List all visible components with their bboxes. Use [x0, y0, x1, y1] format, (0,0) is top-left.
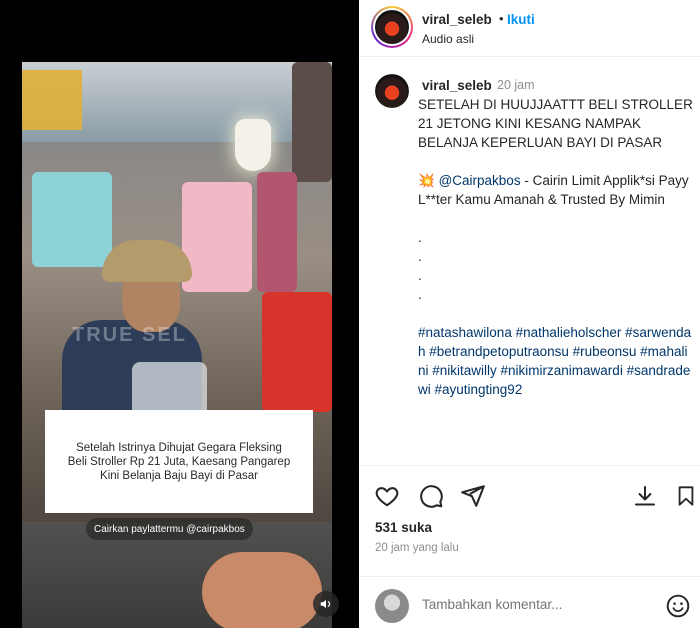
heart-icon — [375, 487, 399, 507]
current-user-avatar — [375, 589, 409, 623]
video-promo-text: Cairkan paylattermu @cairpakbos — [86, 518, 253, 540]
post-panel: viral_seleb • Ikuti Audio asli viral_sel… — [359, 0, 700, 628]
comment-input[interactable] — [422, 597, 652, 612]
follow-button[interactable]: Ikuti — [507, 12, 535, 27]
video-watermark: TRUE SEL — [72, 324, 187, 346]
share-button[interactable] — [459, 482, 487, 510]
caption-dot: . — [418, 230, 422, 245]
caption-dot: . — [418, 268, 422, 283]
bookmark-icon — [678, 486, 694, 506]
post-caption: SETELAH DI HUUJJAATTT BELI STROLLER 21 J… — [418, 95, 694, 399]
add-comment-bar — [359, 576, 700, 626]
caption-main-text: SETELAH DI HUUJJAATTT BELI STROLLER 21 J… — [418, 97, 697, 150]
share-icon — [461, 485, 485, 507]
video-caption-line: Kini Belanja Baju Bayi di Pasar — [100, 469, 258, 482]
author-username[interactable]: viral_seleb — [422, 12, 492, 27]
save-button[interactable] — [672, 482, 700, 510]
comment-icon — [420, 485, 443, 508]
video-caption-line: Beli Stroller Rp 21 Juta, Kaesang Pangar… — [67, 455, 291, 468]
video-caption-box: Setelah Istrinya Dihujat Gegara Fleksing… — [45, 410, 313, 513]
post-timestamp[interactable]: 20 jam — [497, 78, 535, 92]
header-separator: • — [499, 11, 504, 26]
like-count[interactable]: 531 suka — [375, 520, 432, 535]
explosion-emoji-icon: 💥 — [418, 173, 435, 188]
caption-author-username[interactable]: viral_seleb — [422, 78, 492, 93]
caption-area: viral_seleb 20 jam SETELAH DI HUUJJAATTT… — [359, 57, 700, 465]
download-icon — [635, 486, 655, 506]
post-header: viral_seleb • Ikuti Audio asli — [359, 0, 700, 57]
mute-button[interactable] — [313, 591, 339, 617]
mention-link[interactable]: @Cairpakbos — [439, 173, 521, 188]
action-bar: 531 suka 20 jam yang lalu — [359, 465, 700, 625]
video-scene-shelf — [22, 62, 332, 142]
author-avatar[interactable] — [371, 6, 413, 48]
caption-promo: 💥 @Cairpakbos - Cairin Limit Applik*si P… — [418, 171, 694, 209]
video-caption-line: Setelah Istrinya Dihujat Gegara Fleksing — [76, 441, 282, 454]
audio-link[interactable]: Audio asli — [422, 32, 474, 46]
speaker-icon — [320, 599, 331, 609]
media-panel: TRUE SEL Setelah Istrinya Dihujat Gegara… — [0, 0, 359, 628]
download-button[interactable] — [631, 482, 659, 510]
smiley-icon[interactable] — [665, 593, 691, 619]
caption-dot: . — [418, 249, 422, 264]
caption-dot: . — [418, 287, 422, 302]
comment-button[interactable] — [417, 482, 445, 510]
like-button[interactable] — [373, 482, 401, 510]
caption-hashtags[interactable]: #natashawilona #nathalieholscher #sarwen… — [418, 323, 694, 399]
post-video[interactable]: TRUE SEL — [22, 62, 332, 628]
post-date[interactable]: 20 jam yang lalu — [375, 542, 459, 554]
caption-author-avatar[interactable] — [375, 74, 409, 108]
video-scene-lamp — [235, 119, 271, 171]
